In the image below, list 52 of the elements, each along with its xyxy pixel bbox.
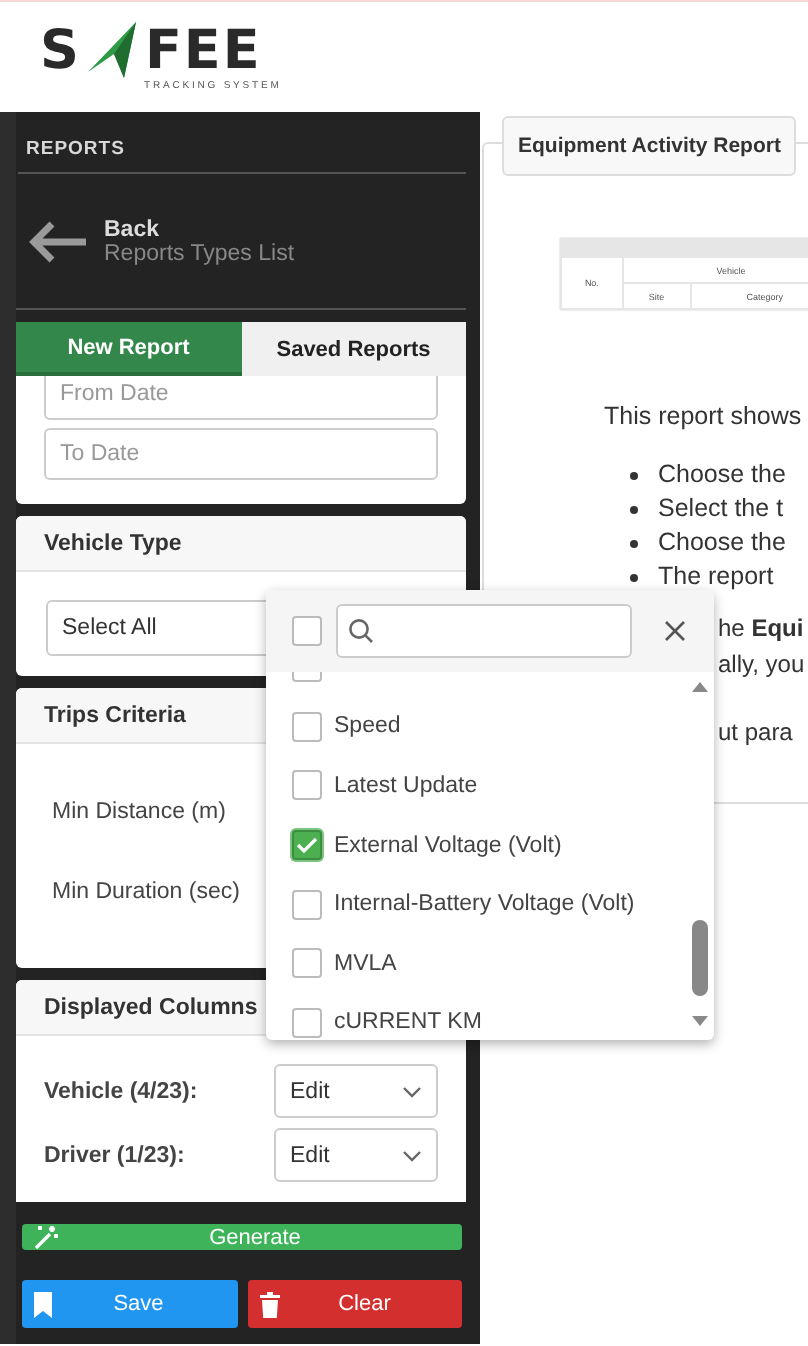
list-item: The report [658, 560, 774, 594]
arrow-logo-icon [84, 18, 141, 78]
bullet-icon [630, 505, 638, 513]
option-label[interactable]: MVLA [334, 951, 397, 976]
clear-button[interactable]: Clear [247, 1280, 462, 1328]
checkbox[interactable] [292, 889, 322, 920]
checkbox[interactable] [292, 830, 322, 861]
field-label: Min Distance (m) [52, 800, 226, 824]
sidebar-title: REPORTS [18, 112, 466, 174]
field-label: Driver (1/23): [44, 1143, 185, 1167]
list-item: Select the t [658, 492, 784, 526]
option-label[interactable]: Latest Update [334, 773, 478, 798]
checkbox[interactable] [292, 948, 322, 979]
bullet-icon [630, 539, 638, 547]
option-label[interactable]: External Voltage (Volt) [334, 833, 562, 858]
date-field[interactable]: From Date [44, 376, 438, 420]
chevron-icon [402, 1085, 422, 1097]
bullet-icon [630, 471, 638, 479]
logo-text: S [40, 26, 81, 78]
report-tab[interactable]: Saved Reports [241, 322, 466, 376]
date-field[interactable]: To Date [44, 428, 438, 480]
list-item: Choose the [658, 526, 786, 560]
option-label[interactable]: Speed [334, 714, 401, 739]
checkbox[interactable] [292, 616, 322, 646]
back-link[interactable]: Back [104, 217, 295, 241]
checkbox[interactable] [292, 770, 322, 801]
field-label: Min Duration (sec) [52, 880, 240, 904]
search-field[interactable] [336, 604, 632, 658]
trash-icon [259, 1291, 279, 1317]
close-icon[interactable] [664, 620, 686, 642]
magic-wand-icon [34, 1224, 60, 1250]
back-subtitle: Reports Types List [104, 241, 295, 265]
logo-text: FEE [144, 26, 262, 78]
report-tab[interactable]: New Report [16, 322, 241, 376]
checkbox[interactable] [292, 711, 322, 742]
edit-select[interactable]: Edit [274, 1128, 438, 1182]
option-label[interactable]: Internal-Battery Voltage (Volt) [334, 892, 635, 917]
description-text: This report shows [604, 402, 804, 430]
search-icon [348, 618, 374, 644]
description-text: he Equi [718, 614, 804, 642]
bookmark-icon [34, 1291, 52, 1317]
description-text: ut para [718, 718, 793, 746]
card-header: Vehicle Type [16, 516, 466, 572]
field-label: Vehicle (4/23): [44, 1079, 198, 1103]
chevron-icon [402, 1149, 422, 1161]
back-arrow-icon[interactable] [28, 219, 88, 263]
description-text: ally, you [718, 650, 805, 678]
bullet-icon [630, 573, 638, 581]
list-item: Choose the [658, 458, 786, 492]
edit-select[interactable]: Edit [274, 1064, 438, 1118]
checkbox[interactable] [292, 1007, 322, 1038]
report-tab[interactable]: Equipment Activity Report [502, 116, 797, 176]
